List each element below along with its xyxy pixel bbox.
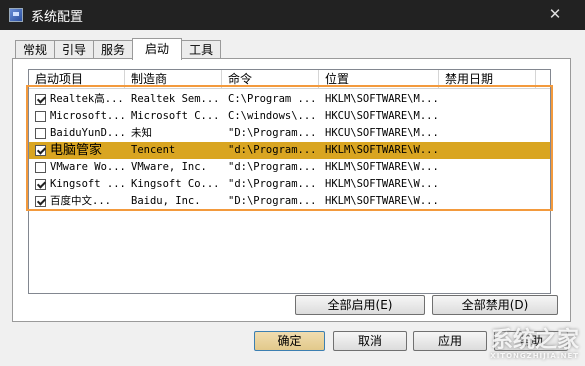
command-cell: "D:\Program... bbox=[228, 195, 317, 207]
startup-item-cell: Microsoft... bbox=[29, 108, 125, 125]
disabled-date-cell bbox=[439, 91, 536, 108]
location-cell: HKLM\SOFTWARE\W... bbox=[325, 178, 439, 190]
manufacturer-cell: Baidu, Inc. bbox=[131, 195, 201, 207]
checkbox[interactable] bbox=[35, 94, 46, 105]
command-cell: "D:\Program... bbox=[228, 127, 317, 139]
ok-button[interactable]: 确定 bbox=[254, 331, 325, 351]
table-row[interactable]: Realtek高... Realtek Sem... C:\Program ... H… bbox=[29, 91, 550, 108]
table-row[interactable]: 百度中文... Baidu, Inc. "D:\Program... HKLM\SOF… bbox=[29, 193, 550, 210]
location-cell: HKLM\SOFTWARE\W... bbox=[325, 144, 439, 156]
manufacturer-cell: Kingsoft Co... bbox=[131, 178, 220, 190]
title-bar: 系统配置 ✕ bbox=[0, 0, 585, 30]
startup-list[interactable]: 启动项目 制造商 命令 位置 禁用日期 Realtek高... Realtek S… bbox=[28, 69, 551, 294]
table-row[interactable]: BaiduYunD... 未知 "D:\Program... HKCU\SOFTWAR… bbox=[29, 125, 550, 142]
table-row[interactable]: VMware Wo... VMware, Inc. "d:\Program... HK… bbox=[29, 159, 550, 176]
table-row[interactable]: 电脑管家 Tencent "d:\Program... HKLM\SOFTWARE\W… bbox=[29, 142, 550, 159]
startup-item-cell: 百度中文... bbox=[29, 193, 125, 210]
startup-item-cell: BaiduYunD... bbox=[29, 125, 125, 142]
disable-all-button[interactable]: 全部禁用(D) bbox=[432, 295, 558, 315]
tab-general[interactable]: 常规 bbox=[15, 40, 56, 59]
window-title: 系统配置 bbox=[31, 9, 84, 25]
manufacturer-cell: Microsoft C... bbox=[131, 110, 220, 122]
tab-strip: 常规 引导 服务 启动 工具 bbox=[15, 38, 222, 60]
startup-item-cell: 电脑管家 bbox=[29, 142, 125, 159]
watermark-subtext: XITONGZHIJIA.NET bbox=[490, 352, 579, 360]
disabled-date-cell bbox=[439, 176, 536, 193]
startup-item-name: 电脑管家 bbox=[50, 143, 103, 158]
close-icon[interactable]: ✕ bbox=[545, 4, 565, 24]
location-cell: HKCU\SOFTWARE\M... bbox=[325, 110, 439, 122]
column-startup-item[interactable]: 启动项目 bbox=[29, 70, 125, 88]
checkbox[interactable] bbox=[35, 162, 46, 173]
disabled-date-cell bbox=[439, 142, 536, 159]
startup-item-name: 百度中文... bbox=[50, 195, 111, 207]
disabled-date-cell bbox=[439, 193, 536, 210]
startup-item-cell: Kingsoft ... bbox=[29, 176, 125, 193]
checkbox[interactable] bbox=[35, 111, 46, 122]
command-cell: "d:\Program... bbox=[228, 161, 317, 173]
location-cell: HKLM\SOFTWARE\W... bbox=[325, 195, 439, 207]
column-command[interactable]: 命令 bbox=[222, 70, 319, 88]
list-body: Realtek高... Realtek Sem... C:\Program ... H… bbox=[29, 91, 550, 210]
table-row[interactable]: Microsoft... Microsoft C... C:\windows\...… bbox=[29, 108, 550, 125]
cancel-button[interactable]: 取消 bbox=[333, 331, 407, 351]
column-manufacturer[interactable]: 制造商 bbox=[125, 70, 222, 88]
enable-all-button[interactable]: 全部启用(E) bbox=[295, 295, 425, 315]
manufacturer-cell: 未知 bbox=[131, 127, 152, 139]
command-cell: "d:\Program... bbox=[228, 178, 317, 190]
startup-item-cell: VMware Wo... bbox=[29, 159, 125, 176]
disabled-date-cell bbox=[439, 125, 536, 142]
startup-item-name: BaiduYunD... bbox=[50, 127, 125, 139]
disabled-date-cell bbox=[439, 159, 536, 176]
manufacturer-cell: Realtek Sem... bbox=[131, 93, 220, 105]
checkbox[interactable] bbox=[35, 196, 46, 207]
location-cell: HKLM\SOFTWARE\M... bbox=[325, 93, 439, 105]
location-cell: HKLM\SOFTWARE\W... bbox=[325, 161, 439, 173]
checkbox[interactable] bbox=[35, 145, 46, 156]
app-icon bbox=[9, 8, 23, 22]
startup-item-name: Realtek高... bbox=[50, 93, 124, 105]
column-disabled-date[interactable]: 禁用日期 bbox=[439, 70, 536, 88]
list-header: 启动项目 制造商 命令 位置 禁用日期 bbox=[29, 70, 550, 89]
startup-item-name: VMware Wo... bbox=[50, 161, 125, 173]
startup-panel: 启动项目 制造商 命令 位置 禁用日期 Realtek高... Realtek S… bbox=[12, 58, 571, 322]
tab-tools[interactable]: 工具 bbox=[181, 40, 222, 59]
watermark-text: 系统之家 bbox=[490, 328, 579, 353]
column-location[interactable]: 位置 bbox=[319, 70, 439, 88]
manufacturer-cell: Tencent bbox=[131, 144, 176, 156]
command-cell: C:\windows\... bbox=[228, 110, 317, 122]
checkbox[interactable] bbox=[35, 179, 46, 190]
startup-item-cell: Realtek高... bbox=[29, 91, 125, 108]
tab-startup[interactable]: 启动 bbox=[132, 38, 183, 60]
system-config-window: 系统配置 ✕ 常规 引导 服务 启动 工具 启动项目 制造商 命令 位置 禁用日… bbox=[0, 0, 585, 366]
watermark-logo: 系统之家 XITONGZHIJIA.NET bbox=[449, 322, 579, 362]
startup-item-name: Microsoft... bbox=[50, 110, 125, 122]
command-cell: C:\Program ... bbox=[228, 93, 317, 105]
manufacturer-cell: VMware, Inc. bbox=[131, 161, 207, 173]
checkbox[interactable] bbox=[35, 128, 46, 139]
table-row[interactable]: Kingsoft ... Kingsoft Co... "d:\Program...… bbox=[29, 176, 550, 193]
disabled-date-cell bbox=[439, 108, 536, 125]
tab-services[interactable]: 服务 bbox=[93, 40, 134, 59]
tab-boot[interactable]: 引导 bbox=[54, 40, 95, 59]
command-cell: "d:\Program... bbox=[228, 144, 317, 156]
location-cell: HKCU\SOFTWARE\M... bbox=[325, 127, 439, 139]
startup-item-name: Kingsoft ... bbox=[50, 178, 125, 190]
